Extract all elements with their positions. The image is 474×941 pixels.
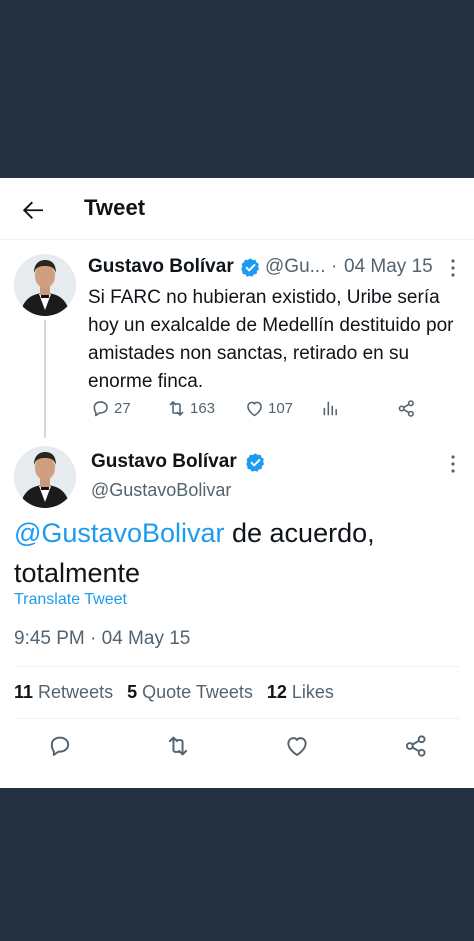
reply-count: 27	[114, 399, 131, 417]
author-handle[interactable]: @Gu...	[265, 256, 325, 278]
reply-icon[interactable]	[47, 733, 73, 759]
thread-connector	[44, 320, 46, 438]
tweet-timestamp[interactable]: 9:45 PM · 04 May 15	[14, 628, 190, 650]
avatar[interactable]	[14, 254, 76, 316]
tweet-actions: 27 163 107	[88, 396, 428, 420]
retweet-icon	[169, 400, 184, 416]
tweet-text: Si FARC no hubieran existido, Uribe serí…	[88, 287, 454, 392]
like-button[interactable]: 107	[244, 396, 293, 420]
divider	[14, 718, 460, 719]
back-arrow-icon[interactable]	[18, 195, 48, 225]
like-icon	[247, 401, 262, 416]
page-title: Tweet	[84, 195, 146, 220]
quotes-label: Quote Tweets	[142, 682, 253, 702]
retweets-count: 11	[14, 682, 34, 702]
retweet-icon[interactable]	[165, 733, 191, 759]
author-name[interactable]: Gustavo Bolívar	[88, 256, 234, 278]
translate-link[interactable]: Translate Tweet	[14, 591, 127, 609]
verified-badge-icon	[241, 258, 260, 277]
engagement-stats: 11 Retweets 5 Quote Tweets 12 Likes	[14, 682, 348, 703]
likes-count: 12	[266, 682, 287, 702]
author-handle[interactable]: @GustavoBolivar	[91, 480, 231, 501]
quotes-stat[interactable]: 5 Quote Tweets	[127, 682, 267, 702]
separator-dot: ·	[331, 256, 338, 277]
author-name[interactable]: Gustavo Bolívar	[91, 451, 237, 473]
analytics-button[interactable]	[320, 396, 344, 420]
tweet-text: @GustavoBolivar de acuerdo, totalmente	[14, 513, 464, 593]
share-button[interactable]	[396, 396, 420, 420]
likes-stat[interactable]: 12 Likes	[267, 682, 348, 702]
analytics-icon	[323, 401, 337, 415]
more-icon[interactable]	[446, 454, 460, 474]
mention-link[interactable]: @GustavoBolivar	[14, 518, 225, 548]
retweet-count: 163	[190, 399, 216, 417]
verified-badge-icon	[246, 453, 265, 472]
retweets-label: Retweets	[38, 682, 114, 702]
tweet-card: Tweet Gustavo Bolívar @Gu... · 04 May 15…	[0, 178, 474, 788]
avatar-image	[14, 446, 76, 508]
likes-label: Likes	[291, 682, 334, 702]
share-icon[interactable]	[403, 733, 429, 759]
divider	[14, 666, 460, 667]
retweets-stat[interactable]: 11 Retweets	[14, 682, 127, 702]
avatar-image	[14, 254, 76, 316]
share-icon	[398, 399, 414, 417]
like-count: 107	[268, 399, 294, 417]
tweet-date[interactable]: 04 May 15	[344, 256, 433, 278]
avatar[interactable]	[14, 446, 76, 508]
top-bar: Tweet	[0, 178, 474, 240]
reply-button[interactable]: 27	[90, 396, 131, 420]
reply-icon	[93, 400, 108, 416]
tweet-actions-bar	[0, 733, 474, 759]
more-icon[interactable]	[446, 258, 460, 278]
like-icon[interactable]	[284, 733, 310, 759]
quotes-count: 5	[127, 682, 138, 702]
retweet-button[interactable]: 163	[166, 396, 215, 420]
